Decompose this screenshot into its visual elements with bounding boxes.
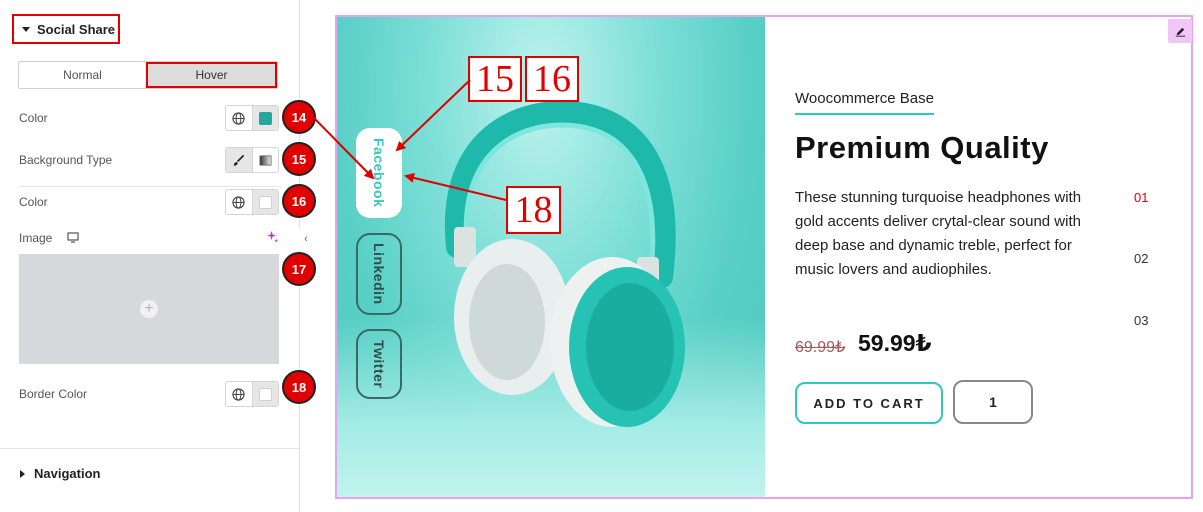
navigation-label: Navigation — [34, 466, 101, 481]
color-label: Color — [19, 111, 48, 125]
annotation-badge: 16 — [282, 184, 316, 218]
current-price: 59.99₺ — [858, 330, 932, 356]
color-picker-button-2[interactable] — [251, 190, 278, 214]
section-title: Social Share — [37, 21, 116, 37]
old-price: 69.99₺ — [795, 339, 846, 356]
twitter-label: Twitter — [371, 339, 387, 389]
callout-box: 15 — [468, 56, 522, 102]
image-label: Image — [19, 231, 53, 245]
product-description: These stunning turquoise headphones with… — [795, 189, 1082, 278]
callout-box: 16 — [525, 56, 579, 102]
color-control — [225, 105, 279, 131]
pencil-icon — [1175, 27, 1185, 37]
globe-icon — [232, 111, 245, 125]
color-control-2 — [225, 189, 279, 215]
linkedin-label: Linkedin — [371, 243, 387, 305]
classic-background-button[interactable] — [226, 148, 252, 172]
state-tabs: Normal Hover — [18, 61, 278, 89]
color-swatch — [258, 111, 272, 125]
color-swatch-empty — [258, 195, 272, 209]
brush-icon — [234, 154, 245, 166]
slide-index-02[interactable]: 02 — [1134, 251, 1148, 266]
tab-hover[interactable]: Hover — [146, 62, 277, 88]
global-colors-button[interactable] — [226, 106, 252, 130]
desktop-icon[interactable] — [67, 232, 79, 243]
gradient-icon — [259, 154, 272, 166]
border-color-control — [225, 381, 279, 407]
annotation-badge: 17 — [282, 252, 316, 286]
chevron-left-icon: ‹ — [304, 233, 308, 245]
caret-right-icon — [20, 469, 25, 478]
social-share-section-header[interactable]: Social Share — [12, 14, 120, 44]
annotation-badge: 14 — [282, 100, 316, 134]
annotation-badge: 18 — [282, 370, 316, 404]
navigation-section-header[interactable]: Navigation — [0, 448, 300, 498]
facebook-share-button[interactable]: Facebook — [356, 128, 402, 218]
border-color-picker-button[interactable] — [251, 382, 278, 406]
border-color-label: Border Color — [19, 387, 88, 401]
edit-widget-button[interactable] — [1168, 19, 1192, 43]
background-type-label: Background Type — [19, 153, 113, 167]
caret-down-icon — [22, 26, 30, 32]
color-swatch-empty — [258, 387, 272, 401]
collapse-panel-button[interactable]: ‹ — [299, 228, 313, 250]
annotation-badge: 15 — [282, 142, 316, 176]
slide-index-01[interactable]: 01 — [1134, 190, 1148, 205]
global-colors-button-3[interactable] — [226, 382, 252, 406]
globe-icon — [232, 387, 245, 401]
linkedin-share-button[interactable]: Linkedin — [356, 233, 402, 315]
editor-root: Social Share Normal Hover Color Backgrou… — [0, 0, 1203, 512]
product-subtitle: Woocommerce Base — [795, 90, 934, 115]
facebook-label: Facebook — [371, 138, 387, 208]
slide-index-03[interactable]: 03 — [1134, 313, 1148, 328]
image-chooser[interactable]: + — [19, 254, 279, 364]
settings-panel: Social Share Normal Hover Color Backgrou… — [0, 0, 300, 512]
product-title: Premium Quality — [795, 130, 1049, 165]
callout-box: 18 — [506, 186, 561, 234]
background-type-control — [225, 147, 279, 173]
color-picker-button[interactable] — [251, 106, 278, 130]
color-label-2: Color — [19, 195, 48, 209]
global-colors-button-2[interactable] — [226, 190, 252, 214]
quantity-input[interactable]: 1 — [953, 380, 1033, 424]
divider — [19, 186, 281, 187]
tab-normal[interactable]: Normal — [19, 62, 146, 88]
add-to-cart-button[interactable]: ADD TO CART — [795, 382, 943, 424]
ai-sparkle-icon[interactable] — [266, 230, 279, 243]
twitter-share-button[interactable]: Twitter — [356, 329, 402, 399]
gradient-background-button[interactable] — [251, 148, 279, 172]
globe-icon — [232, 195, 245, 209]
plus-icon: + — [140, 300, 158, 318]
